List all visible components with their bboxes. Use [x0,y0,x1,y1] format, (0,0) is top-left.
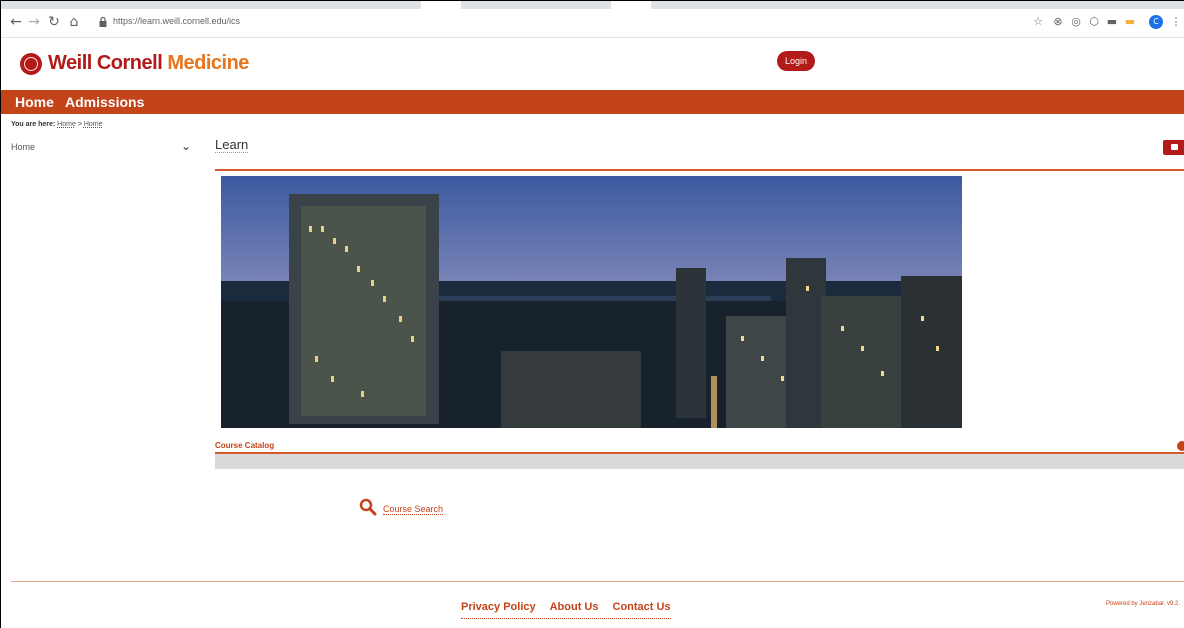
course-search-label: Course Search [383,503,444,515]
site-header: Weill Cornell Medicine Login [1,38,1184,90]
extension-icon[interactable]: ▬ [1105,15,1119,29]
footer-links: Privacy Policy About Us Contact Us [461,601,671,619]
window-frame: ← → ↻ ⌂ https://learn.weill.cornell.edu/… [0,0,1184,628]
browser-tab[interactable] [421,1,461,9]
breadcrumb: You are here: Home > Home [11,121,103,128]
page-title: Learn [215,137,249,153]
profile-avatar[interactable]: C [1149,15,1163,29]
footer-link-privacy[interactable]: Privacy Policy [461,601,536,613]
browser-tab[interactable] [611,1,651,9]
breadcrumb-prefix: You are here: [11,121,56,128]
back-arrow-icon[interactable]: ← [7,13,25,31]
address-bar[interactable]: https://learn.weill.cornell.edu/ics [89,12,1009,34]
extension-icon[interactable]: ⊗ [1051,15,1065,29]
extension-icon[interactable]: ▬ [1123,15,1137,29]
catalog-toolbar [215,454,1184,469]
site-logo[interactable]: Weill Cornell Medicine [20,52,249,75]
sidebar-item-home[interactable]: Home [11,142,35,152]
breadcrumb-separator: > [77,121,82,128]
cornell-seal-icon [20,52,42,75]
nav-item-admissions[interactable]: Admissions [65,94,144,110]
city-skyline-image [221,176,962,428]
course-catalog-title: Course Catalog [215,441,275,450]
breadcrumb-link-home[interactable]: Home [57,121,76,128]
lock-icon [99,17,107,27]
footer-link-about[interactable]: About Us [550,601,599,613]
bookmark-star-icon[interactable]: ☆ [1031,15,1045,29]
footer-link-contact[interactable]: Contact Us [613,601,671,613]
breadcrumb-link-current[interactable]: Home [84,121,103,128]
chevron-down-icon[interactable]: ⌄ [181,139,191,153]
home-icon[interactable]: ⌂ [65,13,83,31]
search-icon [359,498,377,516]
nav-item-home[interactable]: Home [15,94,54,110]
forward-arrow-icon[interactable]: → [25,13,43,31]
browser-menu-icon[interactable]: ⋮ [1169,15,1183,29]
powered-by-text[interactable]: Powered by Jenzabar. v9.2. [1106,601,1180,607]
url-text: https://learn.weill.cornell.edu/ics [113,16,241,26]
course-search-link[interactable]: Course Search [359,498,444,516]
main-nav: Home Admissions [1,90,1184,114]
collapse-icon[interactable] [1177,441,1184,451]
browser-tab-strip [1,1,1184,9]
reload-icon[interactable]: ↻ [45,13,63,31]
extension-icon[interactable]: ◎ [1069,15,1083,29]
title-divider [215,169,1184,171]
print-icon[interactable] [1163,140,1184,155]
logo-text-part2: Medicine [167,52,249,74]
logo-text-part1: Weill Cornell [48,52,168,74]
browser-toolbar: ← → ↻ ⌂ https://learn.weill.cornell.edu/… [1,9,1184,38]
extension-icon[interactable]: ⬡ [1087,15,1101,29]
login-button[interactable]: Login [777,51,816,71]
footer-divider [11,581,1184,582]
